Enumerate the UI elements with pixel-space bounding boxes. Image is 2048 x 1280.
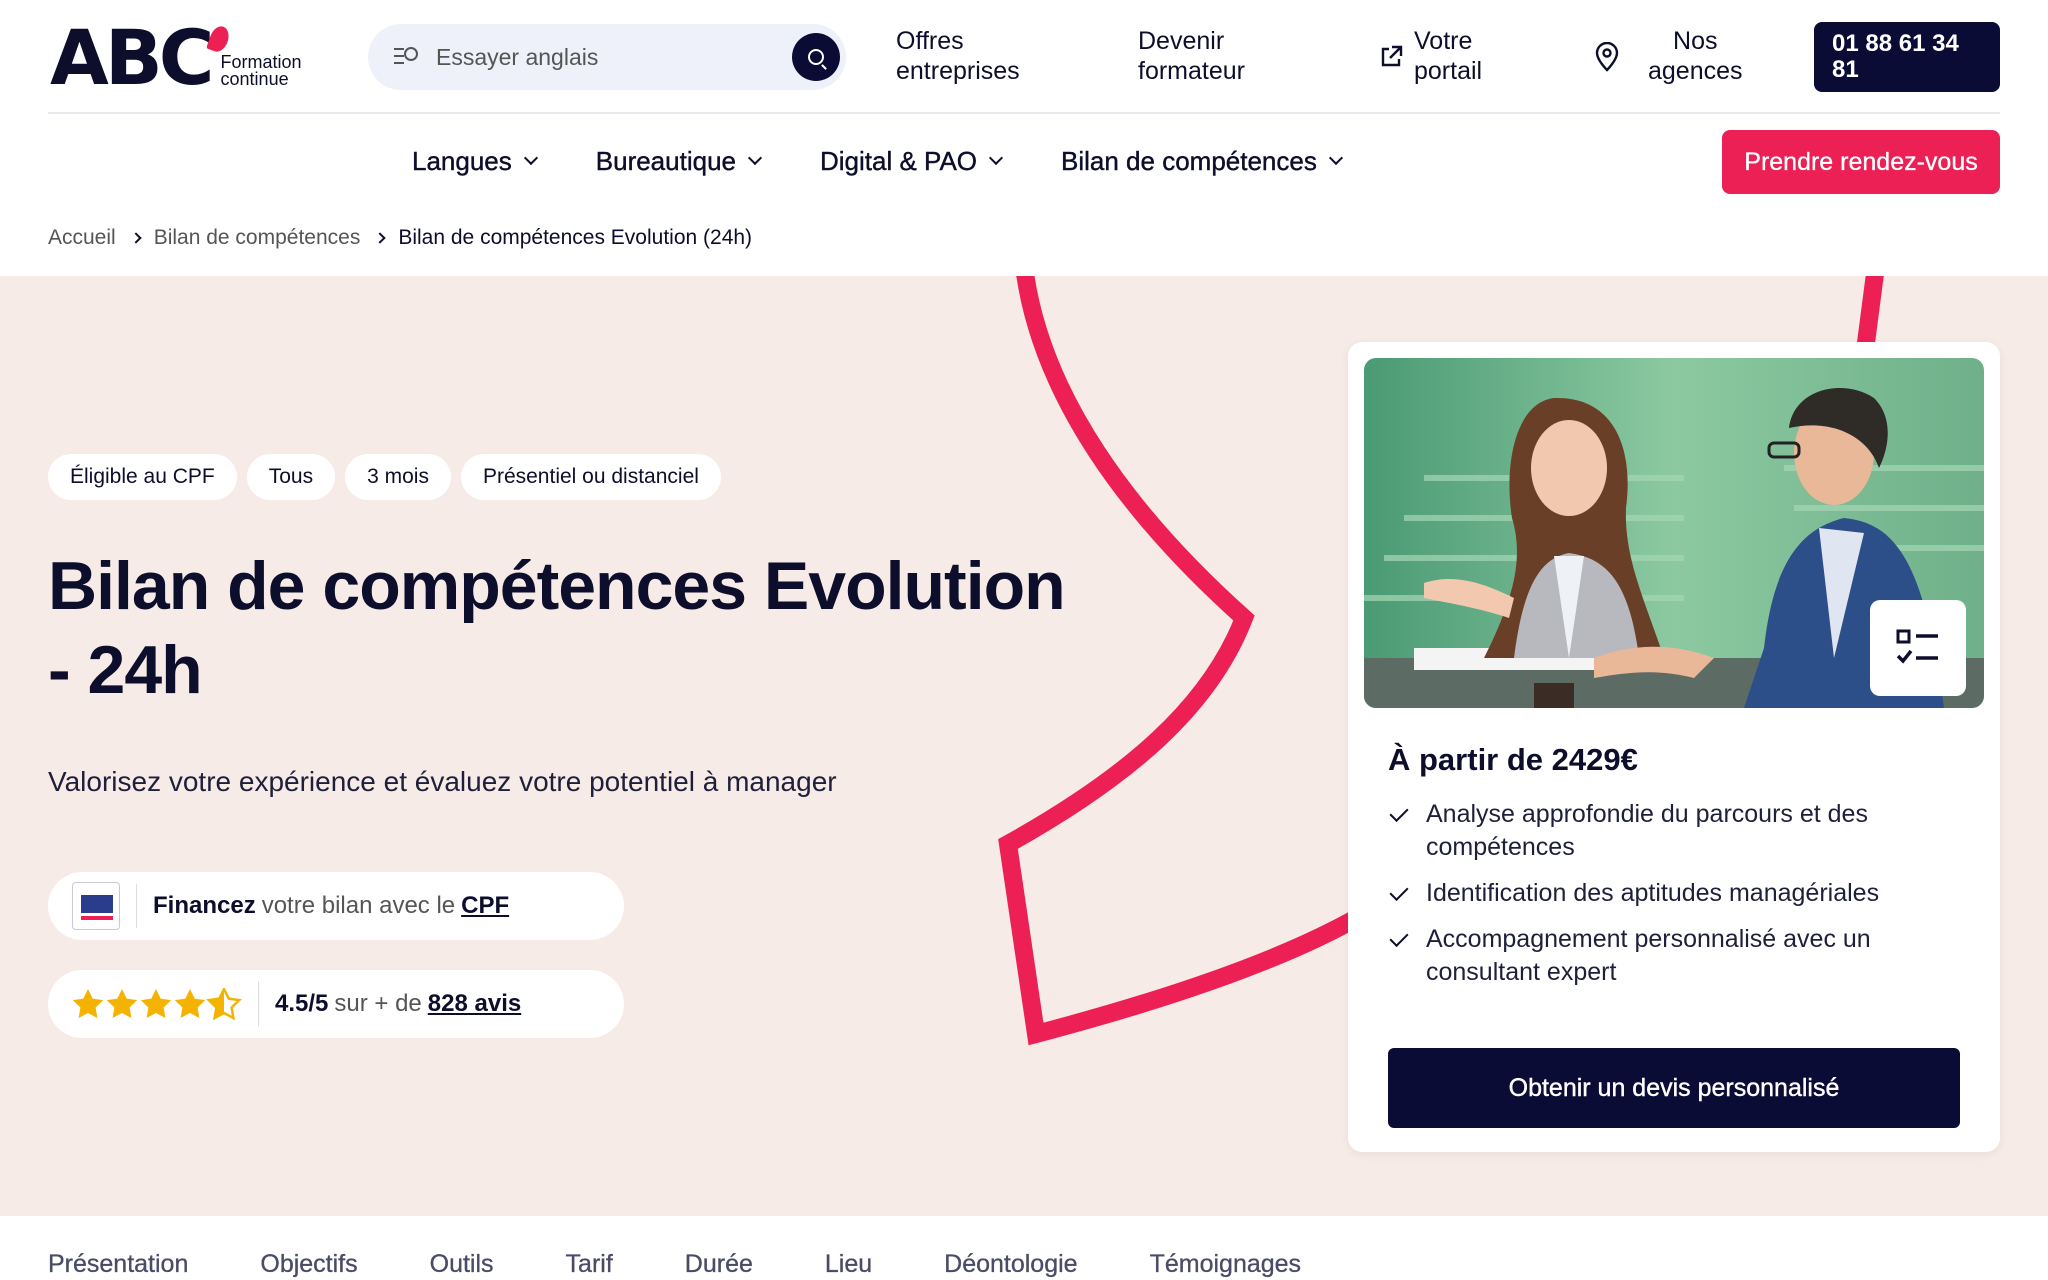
chevron-right-icon — [374, 232, 387, 244]
link-agences-line-1: Nos — [1673, 27, 1718, 55]
tag-format: Présentiel ou distanciel — [460, 454, 721, 500]
location-pin-icon — [1595, 42, 1619, 72]
chevron-right-icon — [130, 232, 142, 244]
link-offres-line-1: Offres — [896, 27, 964, 55]
chevron-down-icon — [1328, 150, 1343, 166]
link-offres-line-2: entreprises — [896, 57, 1020, 85]
link-portail-line-1: Votre — [1414, 27, 1473, 55]
logo-subtitle: Formation continue — [220, 53, 302, 89]
rating-score: 4.5/5 — [275, 990, 329, 1017]
tag-duration: 3 mois — [345, 454, 451, 500]
tag-cpf: Éligible au CPF — [48, 454, 237, 500]
search-list-icon — [394, 44, 420, 70]
list-item: Accompagnement personnalisé avec un cons… — [1388, 923, 1968, 989]
tab-presentation[interactable]: Présentation — [48, 1250, 189, 1279]
link-offres-entreprises[interactable]: Offres entreprises — [896, 26, 1020, 86]
pricing-card: À partir de 2429€ Analyse approfondie du… — [1348, 342, 2000, 1152]
logo[interactable]: ABC Formation continue — [50, 13, 330, 102]
pill-divider — [136, 884, 137, 928]
page-subtitle: Valorisez votre expérience et évaluez vo… — [48, 766, 837, 797]
search-button[interactable] — [792, 33, 840, 81]
tag-public: Tous — [246, 454, 336, 500]
link-devenir-line-2: formateur — [1138, 57, 1245, 85]
nav-label: Bilan de compétences — [1061, 145, 1317, 176]
feature-list: Analyse approfondie du parcours et des c… — [1388, 798, 1968, 1002]
page-title-line-1: Bilan de compétences Evolution — [48, 548, 1066, 624]
cpf-bold-text: Financez — [153, 892, 256, 919]
get-quote-button[interactable]: Obtenir un devis personnalisé — [1388, 1048, 1960, 1128]
cpf-financing-pill: Financez votre bilan avec le CPF — [48, 872, 624, 940]
page-title: Bilan de compétences Evolution - 24h — [48, 544, 1148, 712]
search-bar — [368, 24, 846, 90]
tab-tarif[interactable]: Tarif — [565, 1250, 613, 1279]
hero-tags: Éligible au CPF Tous 3 mois Présentiel o… — [48, 454, 721, 500]
link-agences-line-2: agences — [1648, 57, 1743, 85]
reviews-link[interactable]: 828 avis — [428, 990, 521, 1018]
logo-wordmark: ABC — [50, 13, 215, 102]
breadcrumb-home[interactable]: Accueil — [48, 226, 116, 250]
checklist-icon — [1896, 629, 1938, 664]
nav-item-bureautique[interactable]: Bureautique — [595, 140, 763, 182]
rating-pill: 4.5/5 sur + de 828 avis — [48, 970, 624, 1038]
hero-section: Éligible au CPF Tous 3 mois Présentiel o… — [0, 276, 2048, 1216]
nav-label: Bureautique — [595, 145, 737, 176]
list-item: Identification des aptitudes managériale… — [1388, 877, 1968, 910]
nav-label: Digital & PAO — [820, 145, 978, 176]
link-portail-line-2: portail — [1414, 57, 1483, 85]
chevron-down-icon — [988, 150, 1004, 166]
search-icon — [808, 49, 824, 65]
tab-lieu[interactable]: Lieu — [825, 1250, 873, 1279]
main-nav: Langues Bureautique Digital & PAO Bilan … — [412, 140, 1343, 182]
chevron-down-icon — [523, 150, 538, 166]
cpf-text: votre bilan avec le — [261, 892, 456, 919]
chevron-down-icon — [747, 150, 763, 166]
tab-objectifs[interactable]: Objectifs — [260, 1250, 358, 1279]
pill-divider — [258, 982, 259, 1026]
nav-item-digital-pao[interactable]: Digital & PAO — [820, 140, 1004, 182]
search-input[interactable] — [436, 43, 766, 71]
cpf-logo-icon — [72, 882, 120, 930]
link-devenir-formateur[interactable]: Devenir formateur — [1138, 26, 1245, 86]
link-votre-portail[interactable]: Votre portail — [1414, 26, 1482, 86]
tab-outils[interactable]: Outils — [429, 1250, 493, 1279]
phone-button[interactable]: 01 88 61 34 81 — [1814, 22, 2000, 92]
tab-duree[interactable]: Durée — [685, 1250, 753, 1279]
tab-deontologie[interactable]: Déontologie — [944, 1250, 1078, 1279]
star-rating-icon — [72, 988, 241, 1020]
appointment-button[interactable]: Prendre rendez-vous — [1722, 130, 2000, 194]
page-title-line-2: - 24h — [48, 632, 203, 708]
external-link-icon — [1381, 45, 1403, 67]
link-devenir-line-1: Devenir — [1138, 27, 1225, 55]
phone-line-2: 81 — [1832, 56, 1859, 83]
list-item: Analyse approfondie du parcours et des c… — [1388, 798, 1968, 864]
breadcrumb-parent[interactable]: Bilan de compétences — [154, 226, 361, 250]
rating-stars — [72, 988, 242, 1020]
logo-subtitle-line-2: continue — [220, 69, 289, 89]
rating-text: sur + de — [334, 990, 422, 1017]
nav-label: Langues — [412, 145, 512, 176]
section-tabs: Présentation Objectifs Outils Tarif Duré… — [48, 1250, 1373, 1279]
header-divider — [48, 112, 2000, 114]
nav-item-bilan-competences[interactable]: Bilan de compétences — [1061, 140, 1343, 182]
phone-line-1: 01 88 61 34 — [1832, 30, 1959, 57]
nav-item-langues[interactable]: Langues — [412, 140, 538, 182]
checklist-badge[interactable] — [1870, 600, 1966, 696]
tab-temoignages[interactable]: Témoignages — [1149, 1250, 1301, 1279]
top-bar: ABC Formation continue Offres entreprise… — [0, 0, 2048, 112]
breadcrumb-current: Bilan de compétences Evolution (24h) — [398, 226, 753, 249]
cpf-link[interactable]: CPF — [461, 892, 509, 920]
price-label: À partir de 2429€ — [1388, 742, 1638, 777]
breadcrumb: Accueil Bilan de compétences Bilan de co… — [48, 226, 752, 250]
link-nos-agences[interactable]: Nos agences — [1648, 26, 1743, 86]
